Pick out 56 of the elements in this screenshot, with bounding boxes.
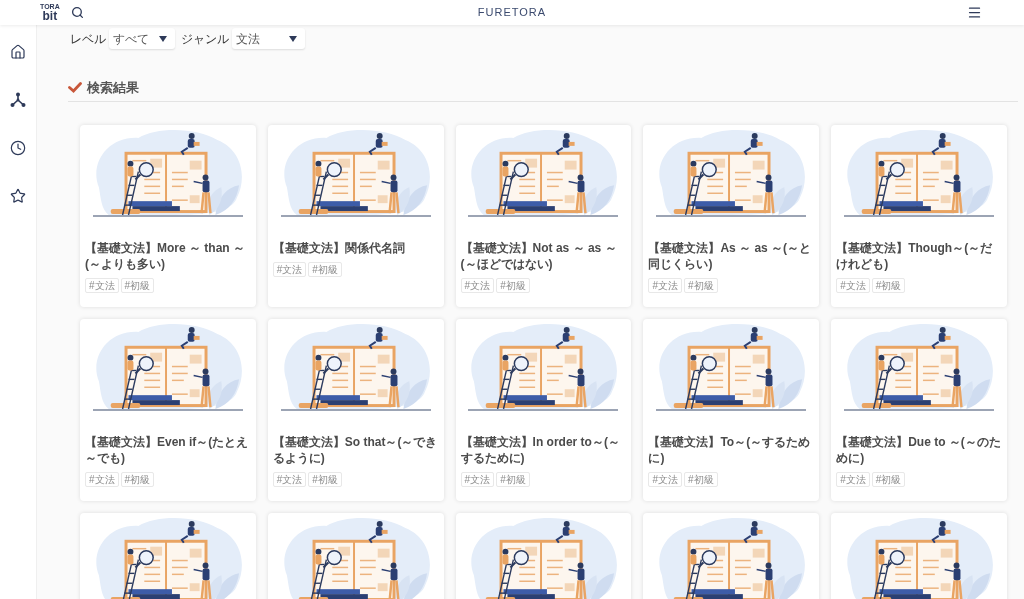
tag: #文法: [85, 277, 119, 293]
tag: #初級: [496, 277, 530, 293]
tag: #文法: [460, 277, 495, 293]
filter-select[interactable]: 文法: [232, 28, 305, 49]
tag: #初級: [120, 471, 155, 487]
card-title: 【基礎文法】Though～(～だけれども): [836, 239, 994, 272]
filter-select[interactable]: すべて: [109, 28, 175, 49]
article-card[interactable]: 【基礎文法】So that～(～できるように) #文法 #初級: [267, 318, 444, 501]
card-title: 【基礎文法】In order to～(～するために): [460, 433, 621, 466]
tag: #初級: [871, 277, 906, 293]
card-title: 【基礎文法】関係代名詞: [272, 239, 406, 256]
tag: #文法: [272, 471, 307, 487]
card-title: 【基礎文法】To～(～するために): [648, 433, 812, 466]
card-title: 【基礎文法】Not as ～ as ～(～ほどではない): [460, 239, 618, 272]
card-title: 【基礎文法】Even if～(たとえ～でも): [85, 433, 250, 466]
article-card[interactable]: 【基礎文法】Due to ～(～のために) #文法 #初級: [831, 318, 1007, 501]
article-card[interactable]: 【基礎文法】To～(～するために) #文法 #初級: [643, 318, 820, 501]
check-icon: [68, 82, 82, 94]
article-card[interactable]: 【基礎文法】Even if～(たとえ～でも) #文法 #初級: [80, 318, 256, 501]
section-heading: 検索結果: [87, 79, 139, 97]
tag: #初級: [683, 277, 718, 293]
article-card[interactable]: 【基礎文法】In order to～(～するために) #文法 #初級: [455, 318, 632, 501]
tag: #文法: [460, 471, 495, 487]
card-title: 【基礎文法】Due to ～(～のために): [836, 433, 1002, 466]
tag: #文法: [272, 261, 307, 277]
logo-text[interactable]: bit: [42, 10, 58, 22]
network-icon[interactable]: [10, 92, 26, 108]
article-card[interactable]: 【基礎文法】Though～(～だけれども) #文法 #初級: [831, 124, 1007, 307]
clock-icon[interactable]: [10, 140, 26, 156]
article-card[interactable]: 【基礎文法】As ～ as ～(～と同じくらい) #文法 #初級: [643, 124, 820, 307]
filter-label: ジャンル: [181, 30, 229, 48]
caret-down-icon: [289, 35, 297, 42]
star-icon[interactable]: [10, 188, 26, 204]
menu-icon[interactable]: [967, 5, 982, 20]
tag: #文法: [85, 471, 119, 487]
app-title: FURETORA: [477, 5, 547, 21]
tag: #文法: [648, 471, 682, 487]
tag: #初級: [120, 277, 155, 293]
caret-down-icon: [159, 35, 167, 42]
card-title: 【基礎文法】More ～ than ～(～よりも多い): [85, 239, 246, 272]
tag: #文法: [836, 471, 870, 487]
article-card[interactable]: 【基礎文法】Not as ～ as ～(～ほどではない) #文法 #初級: [455, 124, 632, 307]
article-card[interactable]: 【基礎文法】関係代名詞 #文法 #初級: [267, 124, 444, 307]
card-title: 【基礎文法】As ～ as ～(～と同じくらい): [648, 239, 813, 272]
card-title: 【基礎文法】So that～(～できるように): [272, 433, 439, 466]
filter-label: レベル: [70, 30, 106, 48]
home-icon[interactable]: [10, 44, 26, 60]
tag: #初級: [871, 471, 906, 487]
tag: #初級: [308, 261, 342, 277]
tag: #初級: [308, 471, 342, 487]
tag: #初級: [683, 471, 718, 487]
tag: #文法: [836, 277, 870, 293]
tag: #文法: [648, 277, 682, 293]
article-card[interactable]: 【基礎文法】More ～ than ～(～よりも多い) #文法 #初級: [80, 124, 256, 307]
tag: #初級: [496, 471, 530, 487]
search-icon[interactable]: [70, 6, 84, 19]
